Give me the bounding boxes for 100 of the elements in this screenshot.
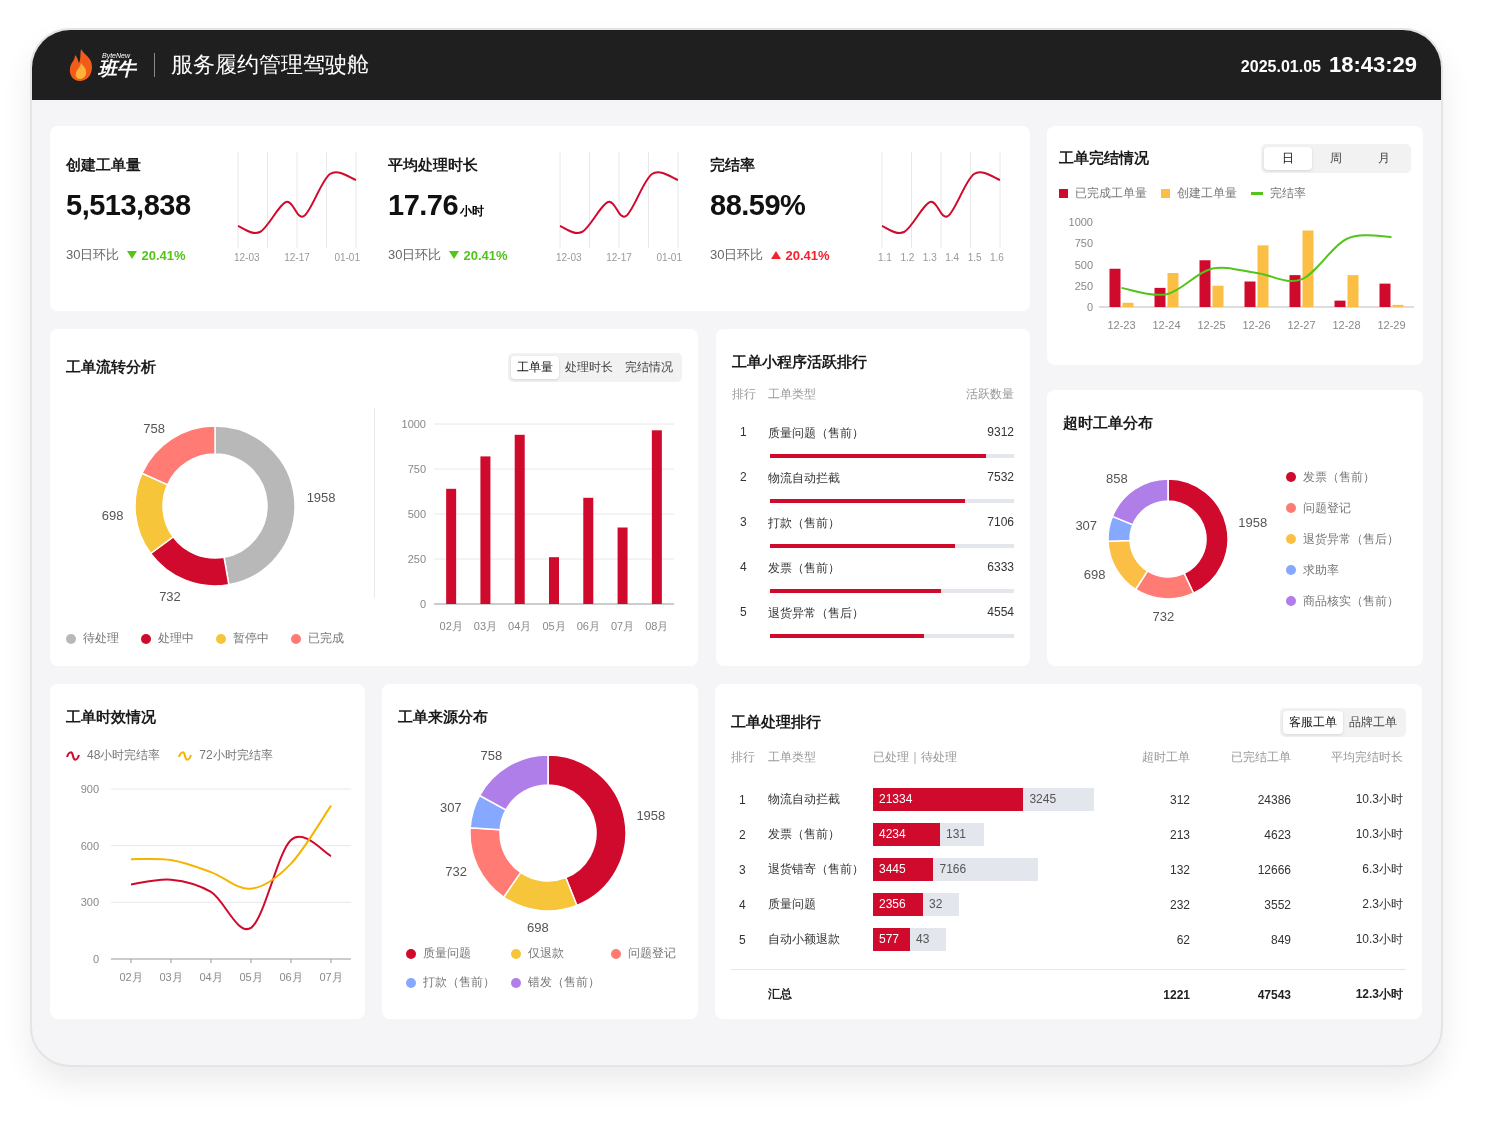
legend-label: 打款（售前） (423, 974, 495, 991)
brand-name: 班牛 (98, 59, 136, 78)
tab[interactable]: 完结情况 (619, 356, 679, 379)
axis-label: 07月 (319, 971, 343, 983)
axis-label: 05月 (239, 971, 263, 983)
ticket-type: 发票（售前） (768, 826, 841, 843)
axis-label: 600 (80, 839, 99, 852)
legend-label: 质量问题 (423, 945, 471, 962)
axis-label: 1.3 (922, 252, 937, 263)
data-label: 732 (158, 589, 181, 605)
data-label: 307 (1075, 518, 1098, 534)
legend-label: 72小时完结率 (199, 747, 273, 764)
table-cell-text: 10.3小时 (1354, 931, 1403, 948)
axis-label: 250 (408, 553, 427, 565)
data-label: 698 (1083, 566, 1106, 582)
axis-label: 0 (420, 598, 427, 610)
table-cell-text: 62 (1175, 932, 1190, 947)
axis-label: 05月 (542, 620, 567, 632)
column-header: 已处理｜待处理 (873, 749, 958, 766)
axis-label: 04月 (508, 620, 532, 632)
axis-label: 12-26 (1242, 319, 1271, 331)
table-cell-text: 10.3小时 (1354, 791, 1403, 808)
axis-label: 250 (1074, 279, 1093, 292)
column-header: 工单类型 (768, 386, 817, 403)
axis-label: 06月 (577, 620, 601, 632)
legend-label: 暂停中 (233, 630, 269, 647)
column-header: 工单类型 (768, 749, 817, 766)
axis-label: 12-03 (234, 252, 260, 263)
data-label: 732 (445, 864, 467, 879)
table-cell-text: 1221 (1162, 987, 1190, 1002)
axis-label: 08月 (645, 620, 669, 632)
compare-label: 30日环比 (66, 246, 120, 264)
table-cell-text: 3552 (1263, 897, 1291, 912)
rank-number: 3 (739, 515, 748, 531)
kpi-title: 平均处理时长 (388, 156, 479, 175)
total-label: 汇总 (768, 986, 793, 1003)
card-title: 工单完结情况 (1059, 149, 1149, 168)
data-label: 858 (1106, 471, 1128, 487)
tab[interactable]: 月 (1360, 147, 1408, 170)
table-cell-text: 312 (1168, 792, 1190, 807)
table-cell-text: 132 (1168, 862, 1190, 877)
column-header: 排行 (731, 749, 756, 766)
card-title: 工单小程序活跃排行 (732, 353, 868, 372)
tab[interactable]: 处理时长 (559, 356, 619, 379)
pending-bar: 43 (910, 928, 946, 951)
kpi-value: 17.76 (388, 189, 459, 222)
axis-label: 01-01 (656, 252, 682, 263)
tab[interactable]: 周 (1312, 147, 1360, 170)
ticket-type: 发票（售前） (768, 560, 841, 577)
ticket-type: 自动小额退款 (768, 931, 841, 948)
data-label: 1958 (306, 490, 336, 505)
data-label: 758 (480, 747, 503, 763)
axis-label: 12-17 (606, 252, 632, 263)
column-header: 排行 (732, 386, 757, 403)
active-count: 4554 (987, 605, 1014, 621)
axis-label: 0 (92, 953, 99, 965)
axis-label: 02月 (119, 971, 143, 983)
axis-label: 12-29 (1377, 319, 1406, 331)
data-label: 698 (526, 920, 549, 933)
compare-label: 30日环比 (388, 246, 442, 264)
processed-bar: 21334 (873, 788, 1024, 811)
legend-label: 48小时完结率 (87, 747, 161, 764)
table-cell-text: 10.3小时 (1354, 826, 1403, 843)
ticket-type: 质量问题（售前） (768, 425, 865, 442)
axis-label: 12-27 (1287, 319, 1316, 331)
active-count: 7532 (987, 470, 1014, 486)
axis-label: 07月 (611, 620, 635, 632)
legend-label: 退货异常（售后） (1303, 530, 1399, 548)
legend-label: 问题登记 (1303, 499, 1351, 517)
rank-number: 4 (738, 897, 747, 912)
time-text: 18:43:29 (1328, 52, 1417, 78)
axis-label: 0 (1086, 301, 1093, 313)
processed-bar: 4234 (873, 823, 940, 846)
table-cell-text: 12666 (1256, 862, 1291, 877)
tab[interactable]: 工单量 (511, 356, 559, 379)
axis-label: 12-28 (1332, 319, 1361, 331)
tab[interactable]: 客服工单 (1283, 711, 1343, 734)
rank-number: 5 (739, 605, 748, 621)
column-header: 已完结工单 (1230, 749, 1291, 766)
axis-label: 01-01 (334, 252, 360, 263)
tab[interactable]: 品牌工单 (1343, 711, 1403, 734)
card-title: 超时工单分布 (1063, 414, 1154, 433)
change-percent: 20.41% (785, 247, 830, 263)
column-header: 超时工单 (1141, 749, 1190, 766)
change-percent: 20.41% (141, 247, 186, 263)
legend-label: 完结率 (1270, 185, 1306, 202)
axis-label: 500 (408, 508, 427, 520)
active-count: 7106 (987, 515, 1014, 531)
legend-label: 错发（售前） (528, 974, 600, 991)
pending-bar: 7166 (933, 858, 1039, 881)
axis-label: 1.6 (990, 252, 1004, 263)
rank-number: 5 (738, 932, 747, 947)
rank-number: 3 (738, 862, 747, 877)
rank-number: 4 (739, 560, 748, 576)
rank-number: 2 (738, 827, 747, 842)
data-label: 698 (101, 507, 124, 523)
axis-label: 12-23 (1107, 319, 1136, 331)
tab[interactable]: 日 (1264, 147, 1312, 170)
axis-label: 300 (80, 896, 99, 909)
axis-label: 1.5 (967, 252, 982, 263)
